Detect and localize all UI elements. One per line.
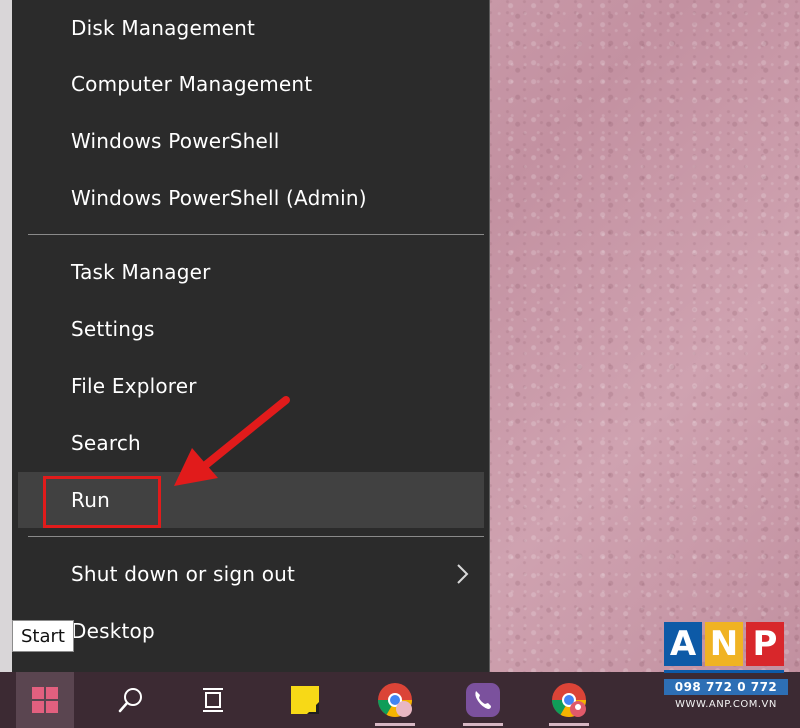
menu-item-windows-powershell[interactable]: Windows PowerShell — [18, 113, 484, 169]
viber-button[interactable] — [454, 672, 512, 728]
menu-item-shut-down-or-sign-out[interactable]: Shut down or sign out — [18, 546, 484, 602]
menu-item-label: Settings — [71, 317, 155, 341]
menu-item-file-explorer[interactable]: File Explorer — [18, 358, 484, 414]
menu-item-computer-management[interactable]: Computer Management — [18, 56, 484, 112]
quick-link-menu: Disk Management Computer Management Wind… — [12, 0, 490, 672]
menu-item-label: Task Manager — [71, 260, 211, 284]
watermark-letter: P — [746, 622, 784, 666]
chevron-right-icon — [457, 564, 469, 584]
watermark-letter: A — [664, 622, 702, 666]
taskbar — [0, 672, 800, 728]
sticky-notes-icon — [291, 686, 319, 714]
start-button[interactable] — [16, 672, 74, 728]
menu-item-search[interactable]: Search — [18, 415, 484, 471]
background-window-edge — [0, 0, 12, 672]
task-view-icon — [203, 688, 223, 712]
chrome-profile-icon — [552, 683, 586, 717]
search-icon — [118, 688, 142, 713]
menu-item-label: Desktop — [71, 619, 155, 643]
menu-separator — [28, 536, 484, 537]
viber-icon — [466, 683, 500, 717]
sticky-notes-button[interactable] — [276, 672, 334, 728]
running-indicator — [375, 723, 415, 726]
menu-item-task-manager[interactable]: Task Manager — [18, 244, 484, 300]
menu-item-label: Run — [71, 488, 110, 512]
menu-item-disk-management[interactable]: Disk Management — [18, 0, 484, 56]
menu-item-windows-powershell-admin[interactable]: Windows PowerShell (Admin) — [18, 170, 484, 226]
menu-item-label: Search — [71, 431, 141, 455]
menu-item-desktop[interactable]: Desktop — [18, 603, 484, 659]
menu-item-label: Shut down or sign out — [71, 562, 296, 586]
search-button[interactable] — [102, 672, 160, 728]
running-indicator — [549, 723, 589, 726]
start-tooltip: Start — [12, 620, 74, 652]
watermark-letter: N — [705, 622, 743, 666]
menu-item-run[interactable]: Run — [18, 472, 484, 528]
running-indicator — [463, 723, 503, 726]
menu-item-label: Windows PowerShell (Admin) — [71, 186, 367, 210]
desktop: Disk Management Computer Management Wind… — [0, 0, 800, 728]
watermark-logo: A N P — [664, 622, 790, 666]
task-view-button[interactable] — [184, 672, 242, 728]
menu-item-label: File Explorer — [71, 374, 197, 398]
menu-item-label: Disk Management — [71, 16, 256, 40]
chrome-profile-button[interactable] — [540, 672, 598, 728]
menu-item-label: Windows PowerShell — [71, 129, 280, 153]
menu-item-settings[interactable]: Settings — [18, 301, 484, 357]
tooltip-text: Start — [21, 625, 65, 647]
chrome-icon — [378, 683, 412, 717]
menu-item-label: Computer Management — [71, 72, 313, 96]
windows-logo-icon — [32, 687, 58, 713]
chrome-button[interactable] — [366, 672, 424, 728]
menu-separator — [28, 234, 484, 235]
